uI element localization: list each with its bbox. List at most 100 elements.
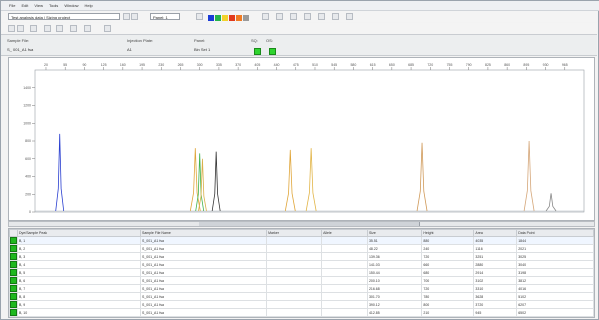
zoom-icon[interactable] bbox=[196, 13, 203, 20]
help-icon[interactable] bbox=[104, 25, 111, 32]
print-icon[interactable] bbox=[332, 13, 339, 20]
chart-icon[interactable] bbox=[262, 13, 269, 20]
column-header[interactable]: Marker bbox=[266, 229, 323, 237]
plot-icon[interactable] bbox=[44, 25, 51, 32]
column-header[interactable] bbox=[9, 229, 18, 237]
report-icon[interactable] bbox=[346, 13, 353, 20]
x-tick-label: 405 bbox=[254, 63, 260, 67]
table-row[interactable]: B, 9 S_001_A1 fsa 390.12 800 3720 6207 bbox=[9, 300, 594, 309]
os-label: OS: bbox=[266, 38, 273, 43]
save-icon[interactable] bbox=[131, 13, 138, 20]
bin-icon[interactable] bbox=[84, 25, 91, 32]
row-status-cell bbox=[9, 300, 18, 309]
column-header[interactable]: Dye/Sample Peak bbox=[17, 229, 141, 237]
table-row[interactable]: B, 10 S_001_A1 fsa 412.85 210 945 6502 bbox=[9, 308, 594, 317]
table-cell: S_001_A1 fsa bbox=[139, 244, 268, 253]
peak[interactable] bbox=[55, 133, 65, 212]
x-tick-label: 90 bbox=[82, 63, 86, 67]
row-status-cell bbox=[9, 284, 18, 293]
open-icon[interactable] bbox=[123, 13, 130, 20]
table-icon[interactable] bbox=[276, 13, 283, 20]
menu-item-window[interactable]: Window bbox=[64, 3, 78, 8]
peak[interactable] bbox=[305, 148, 317, 212]
electropherogram-plot[interactable]: 20 55 90 125 160 195 230 265 300 335 370 405 440 475 5… bbox=[8, 57, 595, 221]
filter-icon[interactable] bbox=[304, 13, 311, 20]
new-icon[interactable] bbox=[8, 25, 15, 32]
column-header[interactable]: Data Point bbox=[516, 229, 594, 237]
table-cell: B, 7 bbox=[17, 284, 141, 293]
x-tick-label: 475 bbox=[293, 63, 299, 67]
peak[interactable] bbox=[284, 149, 296, 212]
menu-bar: File Edit View Tools Window Help bbox=[1, 1, 599, 11]
dye-swatch[interactable] bbox=[243, 15, 249, 21]
table-cell: 3251 bbox=[473, 252, 518, 261]
dye-swatch[interactable] bbox=[236, 15, 242, 21]
table-row[interactable]: B, 3 S_001_A1 fsa 139.36 720 3251 3025 bbox=[9, 252, 594, 261]
copy-icon[interactable] bbox=[17, 25, 24, 32]
project-select[interactable]: Test analysis data / Sizing project bbox=[8, 13, 120, 20]
table-row[interactable]: B, 4 S_001_A1 fsa 141.03 660 2880 3040 bbox=[9, 260, 594, 269]
export-icon[interactable] bbox=[318, 13, 325, 20]
table-cell bbox=[321, 268, 368, 277]
column-header[interactable]: Height bbox=[421, 229, 475, 237]
x-tick-label: 685 bbox=[408, 63, 414, 67]
view-icon[interactable] bbox=[30, 25, 37, 32]
x-tick-label: 615 bbox=[370, 63, 376, 67]
menu-item-edit[interactable]: Edit bbox=[21, 3, 28, 8]
table-cell: 35.51 bbox=[366, 236, 423, 245]
x-tick-label: 860 bbox=[504, 63, 510, 67]
table-cell bbox=[266, 236, 323, 245]
settings-icon[interactable] bbox=[56, 25, 63, 32]
table-cell bbox=[321, 260, 368, 269]
x-tick-label: 440 bbox=[274, 63, 280, 67]
peak[interactable] bbox=[545, 193, 557, 212]
dye-swatch[interactable] bbox=[222, 15, 228, 21]
table-cell: 5102 bbox=[516, 292, 594, 301]
table-cell: S_001_A1 fsa bbox=[139, 292, 268, 301]
x-tick-label: 20 bbox=[44, 63, 48, 67]
table-body: B, 1 S_001_A1 fsa 35.51 880 4035 1844 B, 2 S_00… bbox=[9, 236, 594, 317]
peak[interactable] bbox=[523, 140, 535, 212]
injection-plate-value: A1 bbox=[127, 47, 132, 52]
table-cell bbox=[321, 284, 368, 293]
dye-swatch[interactable] bbox=[215, 15, 221, 21]
dye-swatch[interactable] bbox=[208, 15, 214, 21]
menu-item-tools[interactable]: Tools bbox=[49, 3, 58, 8]
column-header[interactable]: Sample File Name bbox=[139, 229, 268, 237]
plot-horizontal-scrollbar[interactable] bbox=[8, 221, 595, 227]
column-header[interactable]: Allele bbox=[321, 229, 368, 237]
table-row[interactable]: B, 6 S_001_A1 fsa 200.10 700 3102 3812 bbox=[9, 276, 594, 285]
peak[interactable] bbox=[416, 142, 428, 212]
table-row[interactable]: B, 2 S_001_A1 fsa 48.22 240 1116 2021 bbox=[9, 244, 594, 253]
table-row[interactable]: B, 5 S_001_A1 fsa 150.44 680 2914 3198 bbox=[9, 268, 594, 277]
table-cell: 3812 bbox=[516, 276, 594, 285]
dye-swatch[interactable] bbox=[229, 15, 235, 21]
menu-item-view[interactable]: View bbox=[34, 3, 43, 8]
menu-item-file[interactable]: File bbox=[9, 3, 15, 8]
panel-select[interactable]: Panel: 1 bbox=[150, 13, 180, 20]
menu-item-help[interactable]: Help bbox=[85, 3, 93, 8]
column-header[interactable]: Area bbox=[473, 229, 518, 237]
sample-file-value: S_ 001_A1 fsa bbox=[7, 47, 34, 52]
scrollbar-thumb[interactable] bbox=[199, 222, 420, 226]
panel-label: Panel: bbox=[194, 38, 206, 43]
table-cell: B, 4 bbox=[17, 260, 141, 269]
row-status-cell bbox=[9, 260, 18, 269]
table-cell: 141.03 bbox=[366, 260, 423, 269]
table-cell: B, 8 bbox=[17, 292, 141, 301]
peak-icon[interactable] bbox=[70, 25, 77, 32]
peak[interactable] bbox=[211, 151, 221, 212]
status-indicator bbox=[10, 309, 17, 316]
table-cell bbox=[266, 268, 323, 277]
table-cell: 2880 bbox=[473, 260, 518, 269]
table-row[interactable]: B, 1 S_001_A1 fsa 35.51 880 4035 1844 bbox=[9, 236, 594, 245]
table-cell: B, 5 bbox=[17, 268, 141, 277]
grid-icon[interactable] bbox=[290, 13, 297, 20]
y-tick-label: 0 bbox=[29, 210, 31, 214]
x-tick-label: 195 bbox=[139, 63, 145, 67]
status-indicator bbox=[10, 261, 17, 268]
os-status-indicator bbox=[269, 48, 276, 55]
table-row[interactable]: B, 8 S_001_A1 fsa 301.70 780 3628 5102 bbox=[9, 292, 594, 301]
table-row[interactable]: B, 7 S_001_A1 fsa 216.68 720 3310 4016 bbox=[9, 284, 594, 293]
column-header[interactable]: Size bbox=[366, 229, 423, 237]
